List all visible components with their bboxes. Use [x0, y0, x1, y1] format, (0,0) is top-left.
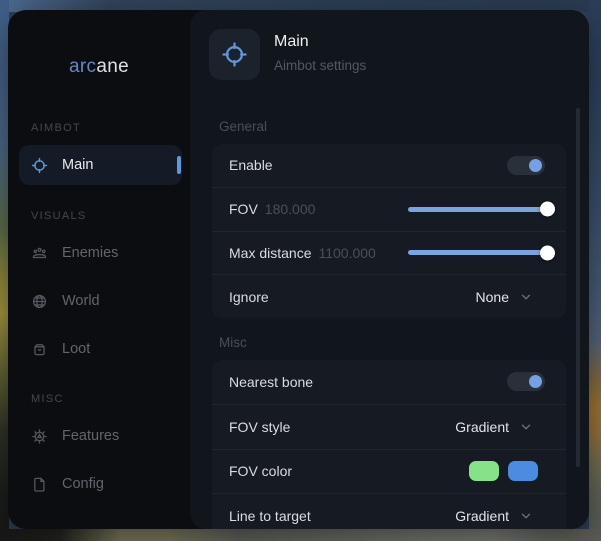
sidebar-item-label: Features	[62, 428, 119, 444]
loot-box-icon	[31, 341, 48, 358]
header-icon-tile	[209, 29, 260, 80]
globe-icon	[31, 293, 48, 310]
setting-row-line-to-target: Line to target Gradient	[212, 493, 566, 529]
max-distance-slider[interactable]	[408, 250, 553, 255]
fov-style-dropdown[interactable]: Gradient	[455, 419, 532, 435]
nav-section-aimbot: AIMBOT	[31, 122, 190, 134]
setting-value: 1100.000	[318, 245, 375, 261]
nearest-bone-toggle[interactable]	[507, 372, 545, 391]
sidebar-item-features[interactable]: Features	[19, 416, 182, 456]
section-label-general: General	[219, 119, 267, 134]
sidebar-item-enemies[interactable]: Enemies	[19, 233, 182, 273]
gear-icon	[31, 428, 48, 445]
slider-knob[interactable]	[540, 245, 555, 260]
setting-label: FOV	[229, 201, 258, 217]
scrollbar[interactable]	[576, 108, 580, 467]
section-label-misc: Misc	[219, 335, 247, 350]
color-swatch-green[interactable]	[469, 461, 499, 481]
enable-toggle[interactable]	[507, 156, 545, 175]
nav-section-misc: MISC	[31, 393, 190, 405]
setting-label: Max distance	[229, 245, 311, 261]
dropdown-value: Gradient	[455, 419, 509, 435]
setting-row-ignore: Ignore None	[212, 274, 566, 318]
game-background-right	[589, 0, 601, 541]
line-to-target-dropdown[interactable]: Gradient	[455, 508, 532, 524]
misc-card: Nearest bone FOV style Gradient FOV colo…	[212, 360, 566, 529]
sidebar-nav: AIMBOT Main VISUALS Enemies	[8, 122, 190, 504]
color-swatches	[469, 461, 538, 481]
chevron-down-icon	[520, 421, 532, 433]
sidebar-item-world[interactable]: World	[19, 281, 182, 321]
setting-label: FOV color	[229, 463, 292, 479]
sidebar-item-main[interactable]: Main	[19, 145, 182, 185]
content-panel: Main Aimbot settings General Enable FOV …	[190, 10, 589, 529]
dropdown-value: None	[476, 289, 509, 305]
chevron-down-icon	[520, 291, 532, 303]
setting-value: 180.000	[265, 201, 316, 217]
toggle-knob[interactable]	[529, 375, 542, 388]
nav-section-visuals: VISUALS	[31, 210, 190, 222]
setting-row-fov-style: FOV style Gradient	[212, 404, 566, 449]
setting-label: Ignore	[229, 289, 269, 305]
fov-slider[interactable]	[408, 207, 553, 212]
general-card: Enable FOV 180.000 Max distance 1100.000…	[212, 144, 566, 318]
slider-knob[interactable]	[540, 202, 555, 217]
setting-row-fov: FOV 180.000	[212, 187, 566, 231]
arcane-menu-window: arcane AIMBOT Main VISUALS Enemies	[8, 10, 589, 529]
sidebar-item-config[interactable]: Config	[19, 464, 182, 504]
setting-label: FOV style	[229, 419, 290, 435]
page-title: Main	[274, 33, 366, 51]
sidebar-item-label: World	[62, 293, 100, 309]
chevron-down-icon	[520, 510, 532, 522]
file-icon	[31, 476, 48, 493]
logo-rest: ane	[96, 56, 129, 77]
crosshair-icon	[31, 157, 48, 174]
setting-label: Nearest bone	[229, 374, 313, 390]
active-indicator	[177, 156, 181, 174]
setting-label: Line to target	[229, 508, 311, 524]
sidebar-item-label: Main	[62, 157, 93, 173]
sidebar-item-label: Enemies	[62, 245, 118, 261]
setting-label: Enable	[229, 157, 273, 173]
sidebar-item-loot[interactable]: Loot	[19, 329, 182, 369]
sidebar-item-label: Config	[62, 476, 104, 492]
people-icon	[31, 245, 48, 262]
sidebar: arcane AIMBOT Main VISUALS Enemies	[8, 10, 190, 529]
ignore-dropdown[interactable]: None	[476, 289, 532, 305]
arcane-logo: arcane	[8, 56, 190, 78]
dropdown-value: Gradient	[455, 508, 509, 524]
page-header: Main Aimbot settings	[209, 29, 366, 80]
header-text: Main Aimbot settings	[274, 29, 366, 80]
toggle-knob[interactable]	[529, 159, 542, 172]
game-background-ground	[0, 529, 601, 541]
color-swatch-blue[interactable]	[508, 461, 538, 481]
setting-row-fov-color: FOV color	[212, 449, 566, 494]
setting-row-enable: Enable	[212, 144, 566, 187]
sidebar-item-label: Loot	[62, 341, 90, 357]
setting-row-max-distance: Max distance 1100.000	[212, 231, 566, 275]
setting-row-nearest-bone: Nearest bone	[212, 360, 566, 404]
crosshair-icon	[221, 41, 248, 68]
logo-accent: arc	[69, 56, 96, 77]
page-subtitle: Aimbot settings	[274, 58, 366, 73]
